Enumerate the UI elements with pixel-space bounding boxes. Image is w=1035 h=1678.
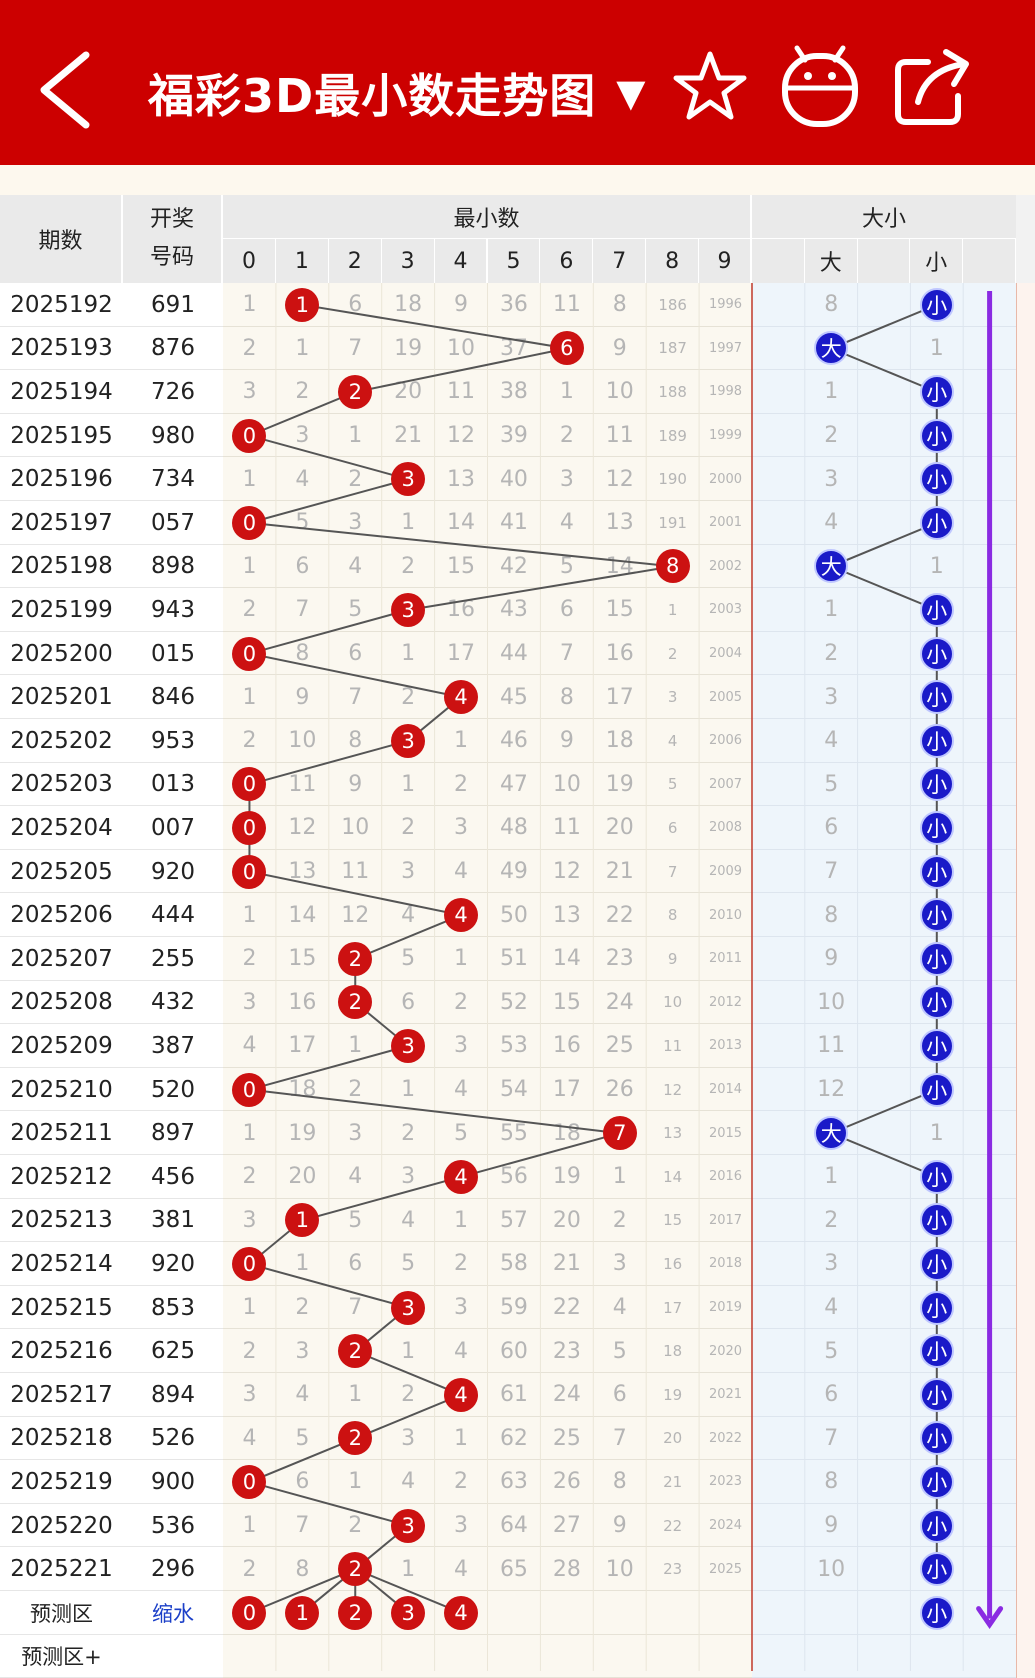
small-ball: 小 [919,1508,954,1543]
small-ball: 小 [919,985,954,1020]
min-digit-ball: 2 [338,375,373,409]
robot-button[interactable] [775,40,865,134]
small-ball: 小 [919,462,954,497]
size-subheader [857,239,911,283]
small-ball: 小 [919,723,954,758]
trend-lines [246,283,1004,1671]
small-ball: 小 [919,636,954,671]
min-digit-ball: 4 [444,1377,479,1412]
digit-header: 0 [223,239,276,283]
header-divider [0,165,1035,195]
top-bar: 福彩3D最小数走势图 ▼ [0,0,1035,165]
size-subheader: 大 [804,239,858,283]
min-digit-ball: 4 [444,680,479,715]
robot-icon [782,45,858,127]
min-digit-ball: 0 [232,505,267,540]
min-digit-ball: 0 [232,636,267,671]
page-title: 福彩3D最小数走势图 [148,69,597,123]
small-ball: 小 [919,898,954,933]
back-button[interactable] [28,45,108,135]
small-ball: 小 [919,1421,954,1456]
small-ball: 小 [919,1247,954,1281]
digit-header: 5 [487,239,541,283]
digit-header: 1 [275,239,329,283]
prediction-ball[interactable]: 3 [391,1595,426,1630]
small-ball: 小 [919,375,954,409]
digit-header: 2 [328,239,382,283]
digit-header: 4 [434,239,488,283]
trend-chart: 期数 开奖 号码 最小数 大小 2025192 691 1 6 18 9 36 11 8 186 1… [0,195,1035,1678]
min-digit-ball: 3 [391,1029,426,1063]
small-ball: 小 [919,1465,954,1499]
small-ball: 小 [919,811,954,845]
min-digit-ball: 0 [232,1072,267,1107]
size-subheader: 小 [910,239,964,283]
star-icon [673,51,747,120]
chevron-left-icon [40,51,90,129]
min-digit-ball: 8 [655,549,690,584]
small-ball: 小 [919,1159,954,1194]
prediction-size-ball[interactable]: 小 [919,1595,954,1630]
min-digit-ball: 1 [285,287,320,322]
favorite-button[interactable] [670,40,750,134]
title-dropdown[interactable]: 福彩3D最小数走势图 ▼ [148,58,645,128]
small-ball: 小 [919,287,954,322]
size-subheader [752,239,805,283]
min-digit-ball: 3 [391,593,426,627]
small-ball: 小 [919,1290,954,1325]
digit-header: 6 [540,239,594,283]
min-digit-ball: 6 [549,331,584,366]
min-digit-ball: 4 [444,898,479,933]
share-icon [895,49,969,125]
small-ball: 小 [919,1552,954,1587]
small-ball: 小 [919,1377,954,1412]
small-ball: 小 [919,854,954,889]
min-digit-ball: 3 [391,1290,426,1325]
min-digit-ball: 0 [232,418,267,453]
min-digit-ball: 2 [338,941,373,976]
small-ball: 小 [919,1203,954,1238]
digit-header: 8 [646,239,700,283]
small-ball: 小 [919,1334,954,1369]
min-digit-ball: 4 [444,1159,479,1194]
small-ball: 小 [919,1029,954,1063]
size-subheader [963,239,1016,283]
min-digit-ball: 7 [602,1116,637,1151]
small-ball: 小 [919,680,954,715]
prediction-ball[interactable]: 2 [338,1595,373,1630]
size-trend-line [828,303,938,1570]
small-ball: 小 [919,418,954,453]
prediction-ball[interactable]: 1 [285,1595,320,1630]
small-ball: 小 [919,1072,954,1107]
small-ball: 小 [919,505,954,540]
min-digit-ball: 3 [391,723,426,758]
min-digit-ball: 0 [232,854,267,889]
digit-header: 7 [593,239,647,283]
digit-header: 3 [381,239,435,283]
prediction-ball[interactable]: 0 [232,1595,267,1630]
small-ball: 小 [919,593,954,627]
prediction-ball[interactable]: 4 [444,1595,479,1630]
share-button[interactable] [888,40,978,134]
small-ball: 小 [919,767,954,802]
dropdown-arrow-icon: ▼ [616,71,646,115]
min-digit-ball: 3 [391,1508,426,1543]
digit-header: 9 [699,239,752,283]
small-ball: 小 [919,941,954,976]
